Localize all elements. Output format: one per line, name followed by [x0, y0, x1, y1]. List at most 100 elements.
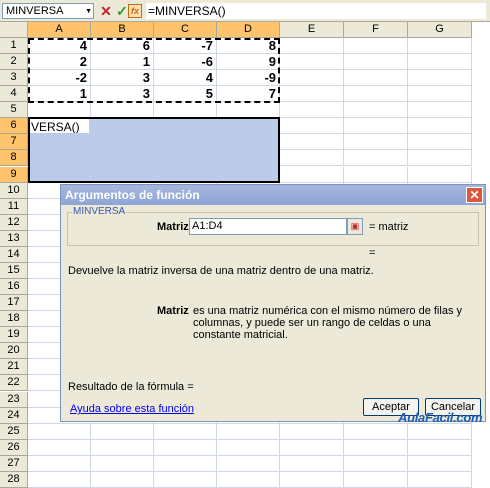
cell-e3[interactable]: [280, 70, 344, 86]
cell-d25[interactable]: [217, 424, 280, 440]
row-header-14[interactable]: 14: [0, 247, 28, 263]
row-header-6[interactable]: 6: [0, 118, 28, 134]
cell-a1[interactable]: 4: [28, 38, 91, 54]
active-cell-editor[interactable]: VERSA(): [30, 119, 89, 133]
cell-a3[interactable]: -2: [28, 70, 91, 86]
row-header-3[interactable]: 3: [0, 70, 28, 86]
cell-b28[interactable]: [91, 472, 154, 488]
cell-g7[interactable]: [408, 134, 472, 150]
cell-b27[interactable]: [91, 456, 154, 472]
cell-d28[interactable]: [217, 472, 280, 488]
cell-a26[interactable]: [28, 440, 91, 456]
cell-f3[interactable]: [344, 70, 408, 86]
cell-f25[interactable]: [344, 424, 408, 440]
formula-input[interactable]: =MINVERSA(): [146, 3, 486, 19]
column-header-c[interactable]: C: [154, 22, 217, 38]
cell-e5[interactable]: [280, 102, 344, 118]
column-header-b[interactable]: B: [91, 22, 154, 38]
cell-f8[interactable]: [344, 150, 408, 166]
cell-f4[interactable]: [344, 86, 408, 102]
cell-g25[interactable]: [408, 424, 472, 440]
cell-b4[interactable]: 3: [91, 86, 154, 102]
cell-c5[interactable]: [154, 102, 217, 118]
row-header-13[interactable]: 13: [0, 231, 28, 247]
row-header-1[interactable]: 1: [0, 38, 28, 54]
cell-b26[interactable]: [91, 440, 154, 456]
cancel-icon[interactable]: ✕: [98, 3, 114, 19]
chevron-down-icon[interactable]: ▼: [85, 5, 92, 19]
cell-e27[interactable]: [280, 456, 344, 472]
cell-c1[interactable]: -7: [154, 38, 217, 54]
cell-e25[interactable]: [280, 424, 344, 440]
matrix-input[interactable]: A1:D4: [189, 218, 347, 235]
row-header-15[interactable]: 15: [0, 263, 28, 279]
cell-a5[interactable]: [28, 102, 91, 118]
function-icon[interactable]: fx: [128, 4, 142, 18]
row-header-7[interactable]: 7: [0, 134, 28, 150]
cell-f5[interactable]: [344, 102, 408, 118]
cell-d2[interactable]: 9: [217, 54, 280, 70]
cell-a2[interactable]: 2: [28, 54, 91, 70]
cell-g9[interactable]: [408, 167, 472, 183]
row-header-16[interactable]: 16: [0, 279, 28, 295]
cell-a25[interactable]: [28, 424, 91, 440]
cell-e2[interactable]: [280, 54, 344, 70]
cell-e6[interactable]: [280, 118, 344, 134]
cell-e26[interactable]: [280, 440, 344, 456]
cell-c3[interactable]: 4: [154, 70, 217, 86]
cell-g6[interactable]: [408, 118, 472, 134]
cell-a28[interactable]: [28, 472, 91, 488]
cell-c4[interactable]: 5: [154, 86, 217, 102]
row-header-26[interactable]: 26: [0, 440, 28, 456]
row-header-27[interactable]: 27: [0, 456, 28, 472]
row-header-5[interactable]: 5: [0, 102, 28, 118]
cell-f7[interactable]: [344, 134, 408, 150]
column-header-a[interactable]: A: [28, 22, 91, 38]
cell-f9[interactable]: [344, 167, 408, 183]
cell-a4[interactable]: 1: [28, 86, 91, 102]
cell-f28[interactable]: [344, 472, 408, 488]
cell-g5[interactable]: [408, 102, 472, 118]
cell-g28[interactable]: [408, 472, 472, 488]
cell-f6[interactable]: [344, 118, 408, 134]
row-header-10[interactable]: 10: [0, 183, 28, 199]
cell-g2[interactable]: [408, 54, 472, 70]
row-header-23[interactable]: 23: [0, 392, 28, 408]
name-box[interactable]: MINVERSA ▼: [2, 3, 94, 19]
cell-g26[interactable]: [408, 440, 472, 456]
column-header-g[interactable]: G: [408, 22, 472, 38]
row-header-2[interactable]: 2: [0, 54, 28, 70]
cell-d27[interactable]: [217, 456, 280, 472]
cell-e9[interactable]: [280, 167, 344, 183]
cell-f27[interactable]: [344, 456, 408, 472]
cell-d3[interactable]: -9: [217, 70, 280, 86]
row-header-18[interactable]: 18: [0, 311, 28, 327]
column-header-f[interactable]: F: [344, 22, 408, 38]
row-header-12[interactable]: 12: [0, 215, 28, 231]
cell-e4[interactable]: [280, 86, 344, 102]
row-header-25[interactable]: 25: [0, 424, 28, 440]
cell-c27[interactable]: [154, 456, 217, 472]
row-header-19[interactable]: 19: [0, 327, 28, 343]
row-header-21[interactable]: 21: [0, 359, 28, 375]
cell-g4[interactable]: [408, 86, 472, 102]
column-header-e[interactable]: E: [280, 22, 344, 38]
row-header-8[interactable]: 8: [0, 150, 28, 166]
cell-d4[interactable]: 7: [217, 86, 280, 102]
cell-c26[interactable]: [154, 440, 217, 456]
cell-b25[interactable]: [91, 424, 154, 440]
cell-e28[interactable]: [280, 472, 344, 488]
row-header-9[interactable]: 9: [0, 167, 28, 183]
cell-a27[interactable]: [28, 456, 91, 472]
collapse-dialog-icon[interactable]: ▣: [347, 218, 363, 235]
cell-g8[interactable]: [408, 150, 472, 166]
cell-b3[interactable]: 3: [91, 70, 154, 86]
cell-c2[interactable]: -6: [154, 54, 217, 70]
cell-c25[interactable]: [154, 424, 217, 440]
cell-e1[interactable]: [280, 38, 344, 54]
row-header-24[interactable]: 24: [0, 408, 28, 424]
cell-b5[interactable]: [91, 102, 154, 118]
cell-d5[interactable]: [217, 102, 280, 118]
cell-f26[interactable]: [344, 440, 408, 456]
close-icon[interactable]: ✕: [466, 187, 483, 203]
